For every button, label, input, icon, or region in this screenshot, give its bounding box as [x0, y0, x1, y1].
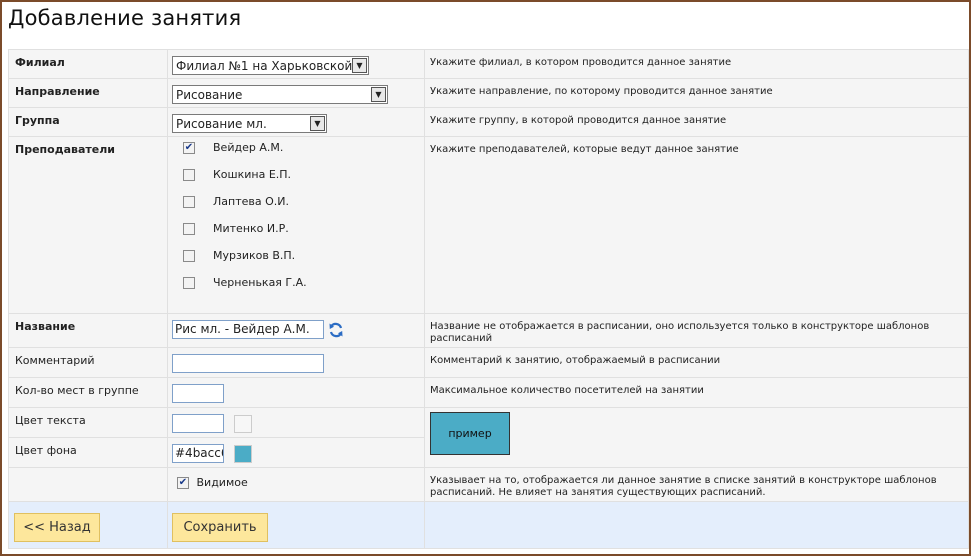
- refresh-icon[interactable]: [328, 322, 344, 342]
- page-frame: Добавление занятия Филиал Филиал №1 на Х…: [0, 0, 971, 556]
- check-icon: ✔: [178, 477, 188, 488]
- arrow-down-icon[interactable]: ▼: [310, 116, 325, 131]
- check-icon: ✔: [184, 142, 194, 153]
- teacher-checkbox[interactable]: [183, 196, 195, 208]
- teacher-checkbox[interactable]: [183, 169, 195, 181]
- visible-hint: Указывает на то, отображается ли данное …: [430, 475, 937, 498]
- teachers-hint: Укажите преподавателей, которые ведут да…: [430, 144, 739, 155]
- lesson-form: Филиал Филиал №1 на Харьковской ▼ Укажит…: [8, 49, 969, 549]
- arrow-down-icon[interactable]: ▼: [371, 87, 386, 102]
- visible-label: Видимое: [196, 476, 248, 489]
- text-color-input[interactable]: [172, 414, 224, 433]
- bg-color-swatch[interactable]: [234, 445, 252, 463]
- visible-option[interactable]: ✔ Видимое: [168, 468, 424, 489]
- seats-input[interactable]: [172, 384, 224, 403]
- teacher-name: Лаптева О.И.: [213, 195, 289, 208]
- color-preview: пример: [430, 412, 510, 455]
- branch-select[interactable]: Филиал №1 на Харьковской ▼: [172, 56, 369, 75]
- teacher-checkbox[interactable]: [183, 223, 195, 235]
- back-button[interactable]: << Назад: [14, 513, 100, 542]
- teacher-item[interactable]: ✔ Вейдер А.М.: [168, 141, 424, 168]
- teacher-item[interactable]: Черненькая Г.А.: [168, 276, 424, 303]
- comment-hint: Комментарий к занятию, отображаемый в ра…: [430, 355, 721, 366]
- group-hint: Укажите группу, в которой проводится дан…: [430, 115, 727, 126]
- direction-select-value: Рисование: [176, 88, 243, 102]
- direction-select[interactable]: Рисование ▼: [172, 85, 388, 104]
- direction-hint: Укажите направление, по которому проводи…: [430, 86, 773, 97]
- teacher-item[interactable]: Лаптева О.И.: [168, 195, 424, 222]
- teacher-item[interactable]: Мурзиков В.П.: [168, 249, 424, 276]
- comment-label: Комментарий: [15, 354, 95, 367]
- save-button[interactable]: Сохранить: [172, 513, 268, 542]
- bg-color-input[interactable]: #4bacc6: [172, 444, 224, 463]
- visible-checkbox[interactable]: ✔: [177, 477, 189, 489]
- group-select-value: Рисование мл.: [176, 117, 267, 131]
- teacher-name: Мурзиков В.П.: [213, 249, 296, 262]
- page-title: Добавление занятия: [8, 6, 242, 30]
- text-color-label: Цвет текста: [15, 414, 86, 427]
- teacher-name: Митенко И.Р.: [213, 222, 289, 235]
- branch-hint: Укажите филиал, в котором проводится дан…: [430, 57, 732, 68]
- bg-color-label: Цвет фона: [15, 444, 77, 457]
- teacher-item[interactable]: Митенко И.Р.: [168, 222, 424, 249]
- teachers-label: Преподаватели: [15, 143, 115, 156]
- branch-select-value: Филиал №1 на Харьковской: [176, 59, 353, 73]
- text-color-swatch[interactable]: [234, 415, 252, 433]
- arrow-down-icon[interactable]: ▼: [352, 58, 367, 73]
- title-hint: Название не отображается в расписании, о…: [430, 321, 930, 344]
- group-label: Группа: [15, 114, 60, 127]
- teacher-checkbox[interactable]: ✔: [183, 142, 195, 154]
- comment-input[interactable]: [172, 354, 324, 373]
- seats-label: Кол-во мест в группе: [15, 384, 139, 397]
- teacher-item[interactable]: Кошкина Е.П.: [168, 168, 424, 195]
- seats-hint: Максимальное количество посетителей на з…: [430, 385, 704, 396]
- teacher-name: Кошкина Е.П.: [213, 168, 292, 181]
- title-label: Название: [15, 320, 76, 333]
- teacher-checkbox[interactable]: [183, 277, 195, 289]
- group-select[interactable]: Рисование мл. ▼: [172, 114, 327, 133]
- teachers-list: ✔ Вейдер А.М. Кошкина Е.П. Лаптева О.И. М…: [168, 137, 424, 303]
- title-input[interactable]: Рис мл. - Вейдер А.М.: [172, 320, 324, 339]
- branch-label: Филиал: [15, 56, 65, 69]
- teacher-name: Черненькая Г.А.: [213, 276, 307, 289]
- direction-label: Направление: [15, 85, 100, 98]
- teacher-name: Вейдер А.М.: [213, 141, 284, 154]
- teacher-checkbox[interactable]: [183, 250, 195, 262]
